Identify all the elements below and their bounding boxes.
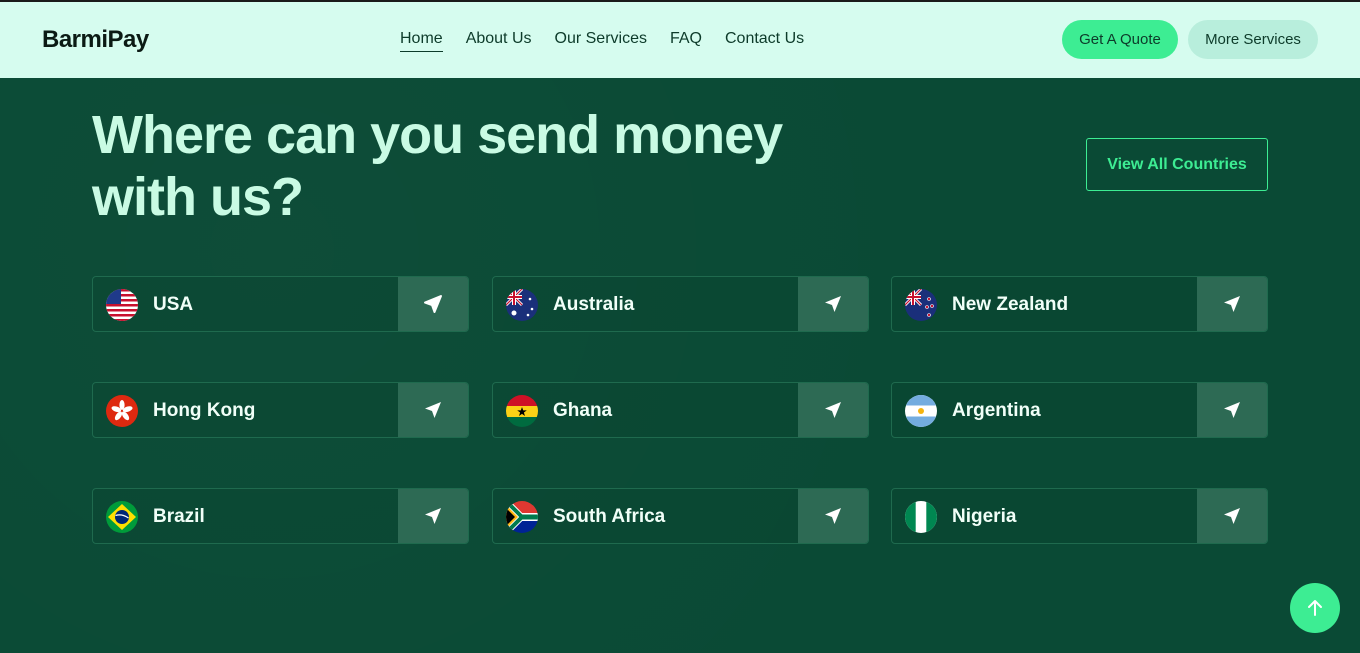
country-name: Nigeria [952,506,1017,527]
nav-faq[interactable]: FAQ [670,30,702,52]
country-name: Australia [553,294,635,315]
title-line-1: Where can you send money [92,105,783,165]
country-name: Brazil [153,506,205,527]
send-arrow-icon[interactable] [1197,489,1267,543]
country-name: Argentina [952,400,1041,421]
send-money-section: Where can you send money with us? View A… [0,78,1360,653]
new-zealand-flag-icon [905,289,937,321]
section-title: Where can you send money with us? [92,104,852,228]
send-arrow-icon[interactable] [398,277,468,331]
country-card-brazil[interactable]: Brazil [92,488,469,544]
send-arrow-icon[interactable] [798,383,868,437]
country-name: USA [153,294,194,315]
send-arrow-icon[interactable] [798,489,868,543]
send-arrow-icon[interactable] [1197,383,1267,437]
country-name: South Africa [553,506,666,527]
nav-home[interactable]: Home [400,30,443,52]
nav-contact-us[interactable]: Contact Us [725,30,804,52]
nigeria-flag-icon [905,501,937,533]
send-arrow-icon[interactable] [798,277,868,331]
country-card-ghana[interactable]: Ghana [492,382,869,438]
country-card-new-zealand[interactable]: New Zealand [891,276,1268,332]
country-card-nigeria[interactable]: Nigeria [891,488,1268,544]
more-services-button[interactable]: More Services [1188,20,1318,59]
main-nav: Home About Us Our Services FAQ Contact U… [400,30,804,52]
country-name: Hong Kong [153,400,256,421]
country-name: New Zealand [952,294,1069,315]
country-card-usa[interactable]: USA [92,276,469,332]
brazil-flag-icon [106,501,138,533]
country-card-argentina[interactable]: Argentina [891,382,1268,438]
south-africa-flag-icon [506,501,538,533]
hong-kong-flag-icon [106,395,138,427]
view-all-countries-button[interactable]: View All Countries [1086,138,1268,191]
scroll-to-top-button[interactable] [1290,583,1340,633]
australia-flag-icon [506,289,538,321]
title-line-2: with us? [92,167,304,227]
country-card-australia[interactable]: Australia [492,276,869,332]
send-arrow-icon[interactable] [398,383,468,437]
usa-flag-icon [106,289,138,321]
brand-logo[interactable]: BarmiPay [42,26,149,54]
get-a-quote-button[interactable]: Get A Quote [1062,20,1178,59]
country-card-hong-kong[interactable]: Hong Kong [92,382,469,438]
send-arrow-icon[interactable] [1197,277,1267,331]
country-card-south-africa[interactable]: South Africa [492,488,869,544]
argentina-flag-icon [905,395,937,427]
nav-about-us[interactable]: About Us [466,30,532,52]
nav-our-services[interactable]: Our Services [555,30,647,52]
site-header: BarmiPay Home About Us Our Services FAQ … [0,2,1360,78]
country-name: Ghana [553,400,613,421]
send-arrow-icon[interactable] [398,489,468,543]
ghana-flag-icon [506,395,538,427]
arrow-up-icon [1308,600,1322,616]
